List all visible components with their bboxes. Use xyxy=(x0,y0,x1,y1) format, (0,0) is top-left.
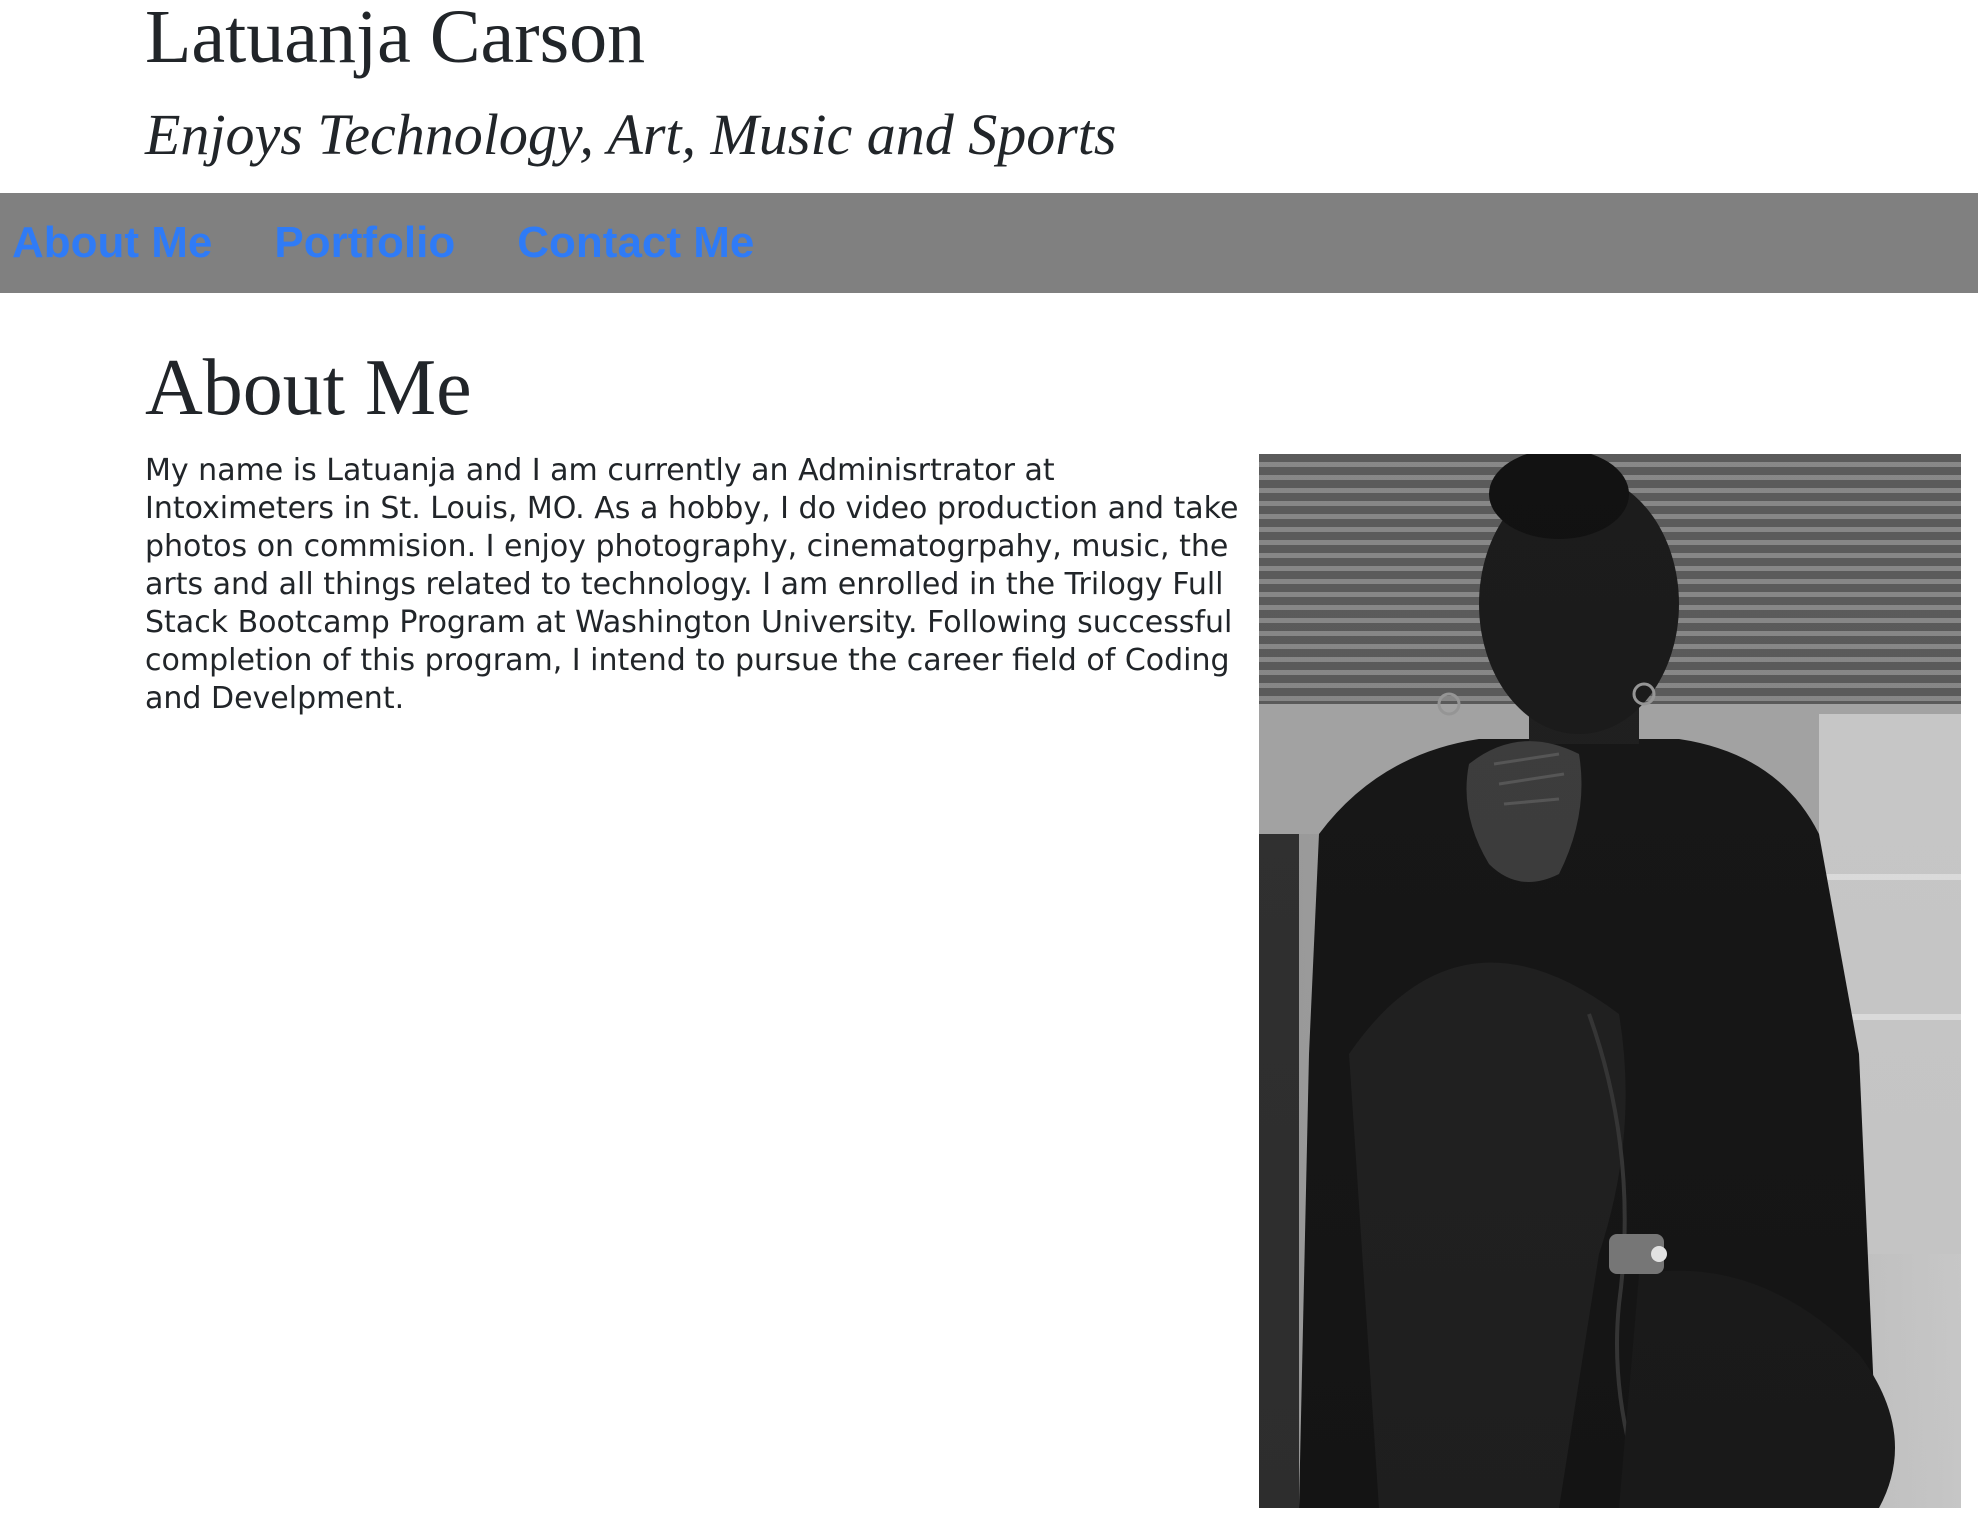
bio-paragraph: My name is Latuanja and I am currently a… xyxy=(145,453,1239,716)
nav-link-portfolio[interactable]: Portfolio xyxy=(274,218,455,268)
nav-bar: About Me Portfolio Contact Me xyxy=(0,193,1978,293)
profile-photo xyxy=(1259,454,1961,1508)
nav-link-about-me[interactable]: About Me xyxy=(12,218,212,268)
site-title: Latuanja Carson xyxy=(145,0,646,79)
about-heading: About Me xyxy=(145,344,472,432)
site-tagline: Enjoys Technology, Art, Music and Sports xyxy=(145,102,1117,167)
site-header: Latuanja Carson Enjoys Technology, Art, … xyxy=(0,0,1978,193)
nav-link-contact-me[interactable]: Contact Me xyxy=(517,218,754,268)
